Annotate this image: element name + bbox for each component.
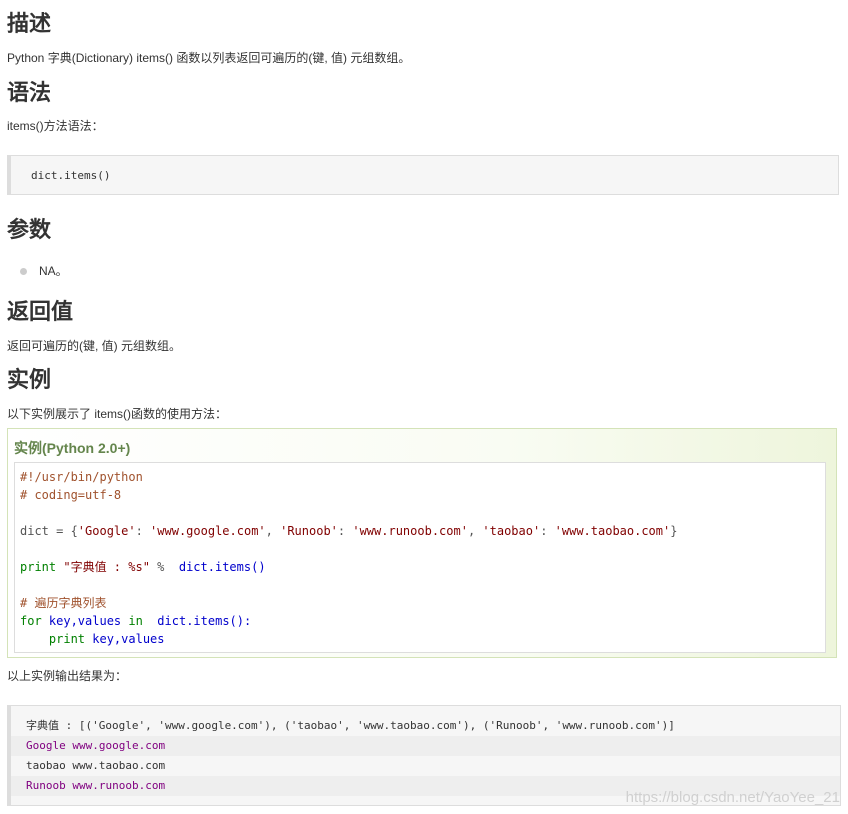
code-token: } (670, 524, 678, 538)
code-token: dict.items() (178, 560, 266, 574)
description-text: Python 字典(Dictionary) items() 函数以列表返回可遍历… (7, 51, 411, 65)
section-heading-syntax: 语法 (7, 80, 52, 105)
section-heading-example: 实例 (7, 367, 52, 392)
params-item: NA。 (39, 264, 68, 278)
output-row: taobao www.taobao.com (26, 759, 166, 772)
code-token: print (20, 560, 64, 574)
example-box: 实例(Python 2.0+) #!/usr/bin/python # codi… (7, 428, 837, 658)
syntax-code: dict.items() (31, 169, 111, 182)
code-token: 'Google' (77, 524, 136, 538)
code-token: in (128, 614, 158, 628)
code-token: , (467, 524, 483, 538)
syntax-text: items()方法语法： (7, 119, 104, 133)
code-token: , (265, 524, 281, 538)
code-line-dict: dict = {'Google': 'www.google.com', 'Run… (20, 522, 677, 540)
code-line-print: print "字典值 : %s" % dict.items() (20, 558, 266, 576)
code-token: 'taobao' (482, 524, 541, 538)
code-line-print-loop: print key,values (20, 630, 165, 648)
code-token: : (135, 524, 151, 538)
code-line-comment: # 遍历字典列表 (20, 596, 107, 610)
section-heading-params: 参数 (7, 217, 52, 242)
code-token: : (337, 524, 353, 538)
bullet-dot-icon (20, 268, 27, 275)
output-row: Google www.google.com (11, 736, 840, 756)
watermark: https://blog.csdn.net/YaoYee_21 (625, 789, 840, 806)
code-token: 'www.taobao.com' (554, 524, 671, 538)
code-token: dict = { (20, 524, 78, 538)
code-token: 'www.runoob.com' (352, 524, 468, 538)
example-code-block: #!/usr/bin/python # coding=utf-8 dict = … (14, 462, 826, 653)
example-intro: 以下实例展示了 items()函数的使用方法： (7, 407, 227, 421)
code-token: for (20, 614, 49, 628)
return-text: 返回可遍历的(键, 值) 元组数组。 (7, 339, 181, 353)
code-token: : (540, 524, 555, 538)
code-token: 'www.google.com' (150, 524, 266, 538)
code-token: % (149, 560, 179, 574)
example-title: 实例(Python 2.0+) (14, 440, 131, 456)
code-line-shebang: #!/usr/bin/python (20, 470, 143, 484)
output-intro: 以上实例输出结果为： (7, 669, 128, 683)
code-token: key,values (92, 632, 165, 646)
syntax-code-block: dict.items() (7, 155, 839, 195)
code-line-for: for key,values in dict.items(): (20, 612, 251, 630)
section-heading-return: 返回值 (7, 299, 74, 324)
code-token: print (20, 632, 93, 646)
code-token: "字典值 : %s" (63, 560, 150, 574)
code-line-coding: # coding=utf-8 (20, 488, 122, 502)
code-token: 'Runoob' (280, 524, 338, 538)
output-row: 字典值 : [('Google', 'www.google.com'), ('t… (26, 719, 675, 732)
section-heading-description: 描述 (7, 11, 52, 36)
code-token: dict.items(): (157, 614, 252, 628)
code-token: key,values (48, 614, 129, 628)
